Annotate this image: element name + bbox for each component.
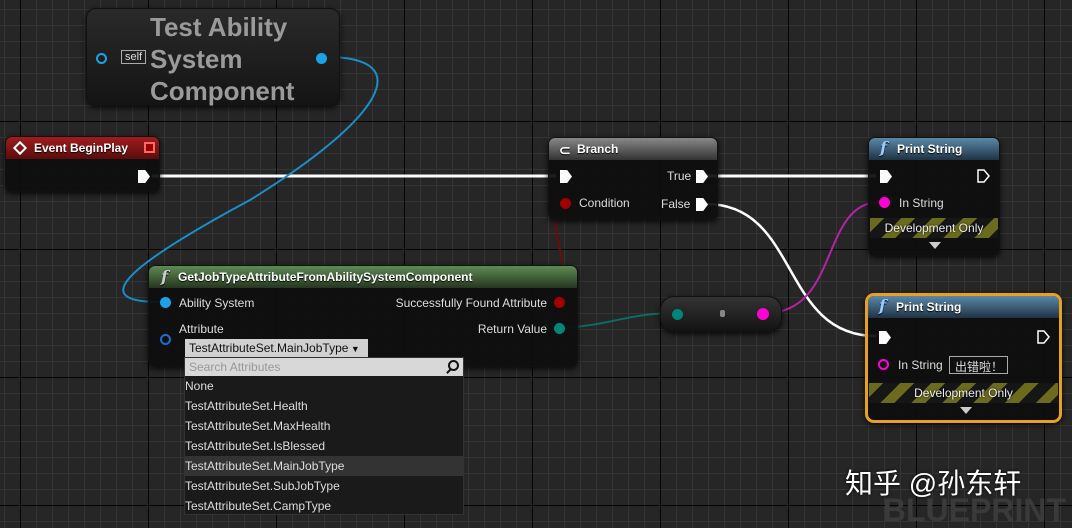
conversion-output-pin[interactable] [757, 308, 769, 320]
target-pin[interactable] [96, 53, 107, 64]
node-title: GetJobTypeAttributeFromAbilitySystemComp… [178, 270, 473, 284]
in-string-value-field[interactable]: 出错啦！ [949, 356, 1008, 374]
return-value-label: Return Value [477, 322, 547, 336]
event-icon [12, 140, 28, 156]
conversion-node[interactable] [660, 296, 782, 332]
conversion-dot-icon [720, 310, 725, 317]
node-title: Print String [896, 300, 962, 314]
false-pin[interactable] [696, 198, 708, 211]
dropdown-item[interactable]: TestAttributeSet.Health [185, 396, 463, 416]
in-string-pin[interactable] [879, 197, 890, 208]
branch-icon: ⊂ [559, 142, 571, 158]
zhihu-watermark: 知乎 @孙东轩 [845, 468, 1022, 499]
found-label: Successfully Found Attribute [395, 296, 547, 310]
dropdown-item[interactable]: None [185, 376, 463, 396]
branch-node[interactable]: ⊂ Branch True Condition False [548, 137, 718, 220]
print-string-node-1[interactable]: f Print String In String Development Onl… [868, 137, 1000, 256]
exec-in-pin[interactable] [879, 331, 891, 344]
node-title: Print String [897, 142, 963, 156]
dropdown-item-selected[interactable]: TestAttributeSet.MainJobType [185, 456, 463, 476]
function-icon: f [880, 138, 887, 157]
self-label: self [121, 50, 147, 64]
dropdown-item[interactable]: TestAttributeSet.MaxHealth [185, 416, 463, 436]
search-placeholder: Search Attributes [189, 360, 281, 374]
function-icon: f [879, 296, 886, 315]
condition-pin[interactable] [560, 198, 571, 209]
in-string-label: In String [899, 196, 944, 210]
exec-out-pin[interactable] [138, 170, 150, 183]
search-icon-handle [446, 368, 452, 374]
attribute-pin[interactable] [160, 334, 171, 345]
in-string-pin[interactable] [878, 359, 889, 370]
attribute-value: TestAttributeSet.MainJobType [189, 341, 349, 355]
condition-label: Condition [579, 196, 630, 210]
exec-in-pin[interactable] [560, 170, 572, 183]
found-pin[interactable] [554, 297, 565, 308]
return-value-pin[interactable] [554, 323, 565, 334]
attribute-dropdown[interactable]: Search Attributes None TestAttributeSet.… [184, 357, 464, 515]
node-header: f Print String [869, 138, 999, 160]
node-header: ⊂ Branch [549, 138, 717, 160]
exec-out-pin[interactable] [1037, 330, 1050, 344]
search-attributes-input[interactable]: Search Attributes [185, 358, 463, 376]
chevron-down-icon: ▼ [348, 344, 360, 354]
development-only-banner: Development Only [870, 218, 998, 238]
node-header: f GetJobTypeAttributeFromAbilitySystemCo… [149, 266, 577, 288]
expand-arrow-icon[interactable] [960, 407, 972, 414]
ability-system-label: Ability System [179, 296, 255, 310]
development-only-banner: Development Only [869, 383, 1058, 403]
component-node[interactable]: self Test Ability System Component [86, 8, 340, 106]
get-job-type-node[interactable]: f GetJobTypeAttributeFromAbilitySystemCo… [148, 265, 578, 367]
print-string-node-2[interactable]: f Print String In String 出错啦！ Developmen… [865, 293, 1062, 423]
node-header: f Print String [868, 296, 1059, 318]
true-label: True [667, 169, 692, 183]
exec-in-pin[interactable] [880, 170, 892, 183]
in-string-label: In String [898, 358, 943, 372]
component-output-pin[interactable] [316, 53, 327, 64]
node-header: Event BeginPlay [6, 137, 159, 159]
dropdown-item[interactable]: TestAttributeSet.SubJobType [185, 476, 463, 496]
attribute-combo[interactable]: TestAttributeSet.MainJobType ▼ [185, 339, 368, 357]
ability-system-pin[interactable] [160, 297, 171, 308]
dropdown-item[interactable]: TestAttributeSet.CampType [185, 496, 463, 516]
node-title: Branch [577, 142, 619, 156]
event-beginplay-node[interactable]: Event BeginPlay [5, 136, 160, 192]
node-title: Test Ability System Component [150, 12, 295, 106]
exec-out-pin[interactable] [977, 169, 990, 183]
function-icon: f [161, 267, 168, 286]
false-label: False [661, 197, 691, 211]
expand-arrow-icon[interactable] [929, 242, 941, 249]
attribute-label: Attribute [179, 322, 224, 336]
node-title: Event BeginPlay [34, 141, 129, 155]
true-pin[interactable] [696, 170, 708, 183]
dropdown-item[interactable]: TestAttributeSet.IsBlessed [185, 436, 463, 456]
delegate-pin[interactable] [144, 142, 155, 153]
conversion-input-pin[interactable] [672, 309, 683, 320]
